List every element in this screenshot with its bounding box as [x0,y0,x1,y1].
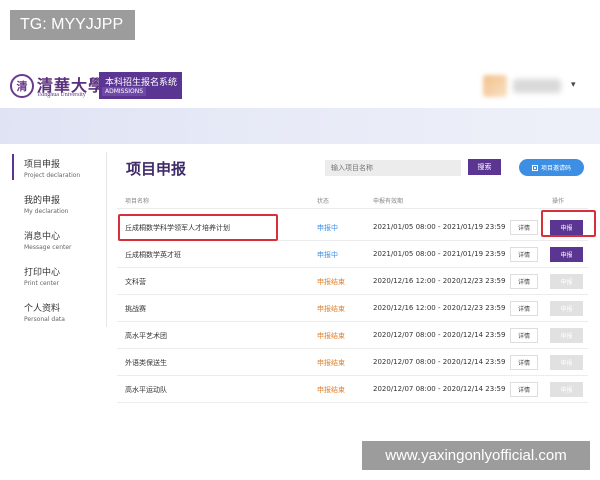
column-header-period: 申报有效期 [373,198,404,205]
system-badge[interactable]: 本科招生报名系统 ADMISSIONS [99,72,182,99]
project-name: 外语类保送生 [125,359,167,367]
status-label: 申报结束 [317,386,345,394]
status-label: 申报结束 [317,332,345,340]
status-label: 申报中 [317,251,338,259]
project-name: 高水平艺术团 [125,332,167,340]
declaration-period: 2020/12/07 08:00 - 2020/12/14 23:59 [373,358,506,366]
sidebar-item-2[interactable]: 消息中心 Message center [12,226,107,262]
detail-button[interactable]: 详情 [510,220,538,235]
apply-button[interactable]: 申报 [550,247,583,262]
user-name-blurred [513,79,561,93]
table-row: 丘成桐数学英才班 申报中 2021/01/05 08:00 - 2021/01/19… [117,240,588,268]
project-name: 丘成桐数学英才班 [125,251,181,259]
user-menu[interactable]: ▾ [483,75,583,97]
detail-button[interactable]: 详情 [510,247,538,262]
sidebar-item-0[interactable]: 项目申报 Project declaration [12,154,107,190]
sidebar-item-label: 项目申报 [24,160,61,170]
detail-button[interactable]: 详情 [510,274,538,289]
sidebar-item-label: 我的申报 [24,196,61,206]
page-title: 项目申报 [126,160,187,178]
search-button[interactable]: 搜索 [468,159,501,175]
sidebar-item-label: 个人资料 [24,304,61,314]
declaration-period: 2020/12/07 08:00 - 2020/12/14 23:59 [373,331,506,339]
sidebar-item-label: 打印中心 [24,268,61,278]
table-row: 外语类保送生 申报结束 2020/12/07 08:00 - 2020/12/14 … [117,348,588,376]
status-label: 申报中 [317,224,338,232]
sidebar-item-sublabel: Message center [24,244,72,251]
apply-button: 申报 [550,328,583,343]
qr-code-icon [531,164,538,171]
sidebar: 项目申报 Project declaration 我的申报 My declaratio… [12,154,107,324]
project-name: 挑战赛 [125,305,146,313]
declaration-period: 2020/12/16 12:00 - 2020/12/23 23:59 [373,304,506,312]
detail-button[interactable]: 详情 [510,355,538,370]
search-input[interactable] [325,160,461,176]
apply-button: 申报 [550,355,583,370]
sidebar-item-label: 消息中心 [24,232,61,242]
declaration-period: 2020/12/16 12:00 - 2020/12/23 23:59 [373,277,506,285]
declaration-period: 2021/01/05 08:00 - 2021/01/19 23:59 [373,250,506,258]
status-label: 申报结束 [317,278,345,286]
status-label: 申报结束 [317,305,345,313]
project-name: 高水平运动队 [125,386,167,394]
apply-button: 申报 [550,301,583,316]
column-header-status: 状态 [317,198,330,205]
detail-button[interactable]: 详情 [510,382,538,397]
column-header-name: 项目名称 [125,198,150,205]
detail-button[interactable]: 详情 [510,328,538,343]
sidebar-item-1[interactable]: 我的申报 My declaration [12,190,107,226]
sidebar-item-4[interactable]: 个人资料 Personal data [12,298,107,334]
table-header-divider [117,208,588,209]
invite-code-label: 项目邀请码 [540,165,571,172]
status-label: 申报结束 [317,359,345,367]
declaration-period: 2021/01/05 08:00 - 2021/01/19 23:59 [373,223,506,231]
sidebar-item-3[interactable]: 打印中心 Print center [12,262,107,298]
sidebar-item-sublabel: Print center [24,280,60,287]
table-row: 挑战赛 申报结束 2020/12/16 12:00 - 2020/12/23 23:… [117,294,588,322]
sidebar-item-sublabel: Project declaration [24,172,81,179]
apply-button: 申报 [550,382,583,397]
sidebar-item-sublabel: My declaration [24,208,69,215]
apply-button: 申报 [550,274,583,289]
column-header-action: 操作 [552,198,565,205]
declaration-period: 2020/12/07 08:00 - 2020/12/14 23:59 [373,385,506,393]
table-row: 高水平运动队 申报结束 2020/12/07 08:00 - 2020/12/14 … [117,375,588,403]
project-invite-code-button[interactable]: 项目邀请码 [519,159,584,176]
sidebar-item-sublabel: Personal data [24,316,65,323]
project-name: 文科营 [125,278,146,286]
table-row: 高水平艺术团 申报结束 2020/12/07 08:00 - 2020/12/14 … [117,321,588,349]
detail-button[interactable]: 详情 [510,301,538,316]
watermark-top: TG: MYYJJPP [10,10,135,40]
system-sub: ADMISSIONS [102,87,147,96]
university-seal-icon: 清 [10,74,34,98]
sidebar-divider [106,152,107,327]
university-logo-en: Tsinghua University [37,92,86,98]
chevron-down-icon[interactable]: ▾ [571,80,576,90]
avatar [483,75,507,97]
table-row: 文科营 申报结束 2020/12/16 12:00 - 2020/12/23 23:… [117,267,588,295]
highlight-box-project-name [118,214,278,241]
banner [0,108,600,144]
watermark-bottom: www.yaxingonlyofficial.com [362,441,590,470]
highlight-box-apply-button [541,210,596,237]
